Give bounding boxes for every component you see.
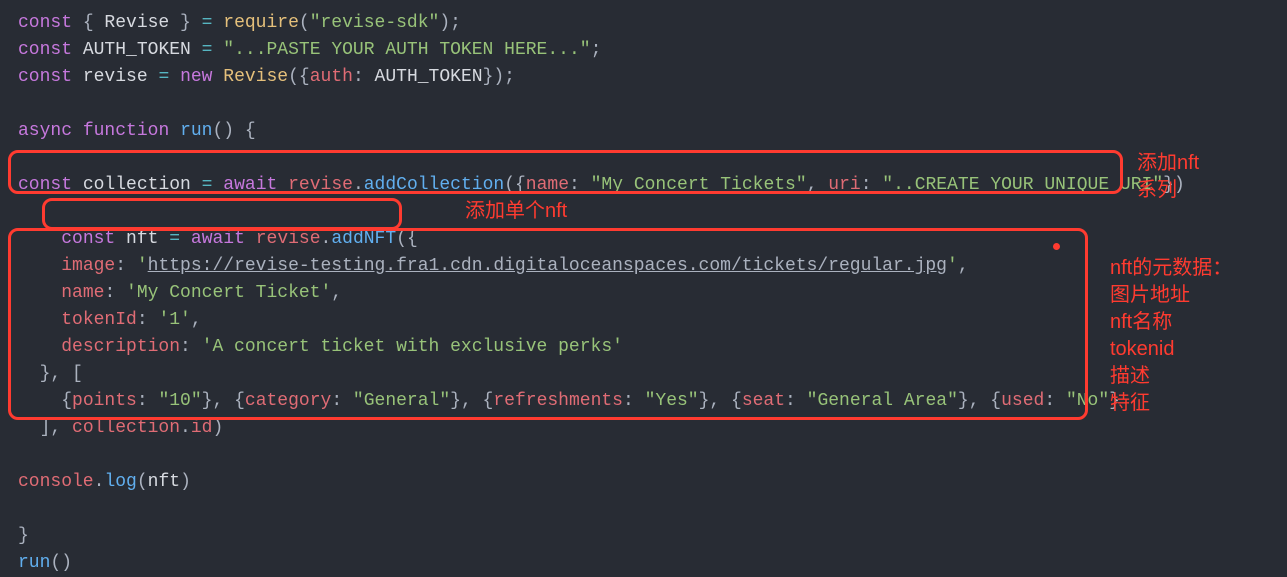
code-line: console.log(nft) — [18, 472, 191, 492]
code-line: name: 'My Concert Ticket', — [18, 283, 342, 303]
code-line: } — [18, 526, 29, 546]
code-line: const collection = await revise.addColle… — [18, 175, 1185, 195]
code-line: const revise = new Revise({auth: AUTH_TO… — [18, 67, 515, 87]
code-line: run() — [18, 553, 72, 573]
code-line: image: 'https://revise-testing.fra1.cdn.… — [18, 256, 969, 276]
code-line: const AUTH_TOKEN = "...PASTE YOUR AUTH T… — [18, 40, 601, 60]
code-line: {points: "10"}, {category: "General"}, {… — [18, 391, 1120, 411]
code-line: const { Revise } = require("revise-sdk")… — [18, 13, 461, 33]
code-line: }, [ — [18, 364, 83, 384]
code-line: async function run() { — [18, 121, 256, 141]
code-line: tokenId: '1', — [18, 310, 202, 330]
code-block: const { Revise } = require("revise-sdk")… — [0, 10, 1287, 577]
code-line: const nft = await revise.addNFT({ — [18, 229, 418, 249]
code-line: description: 'A concert ticket with excl… — [18, 337, 623, 357]
code-line: ], collection.id) — [18, 418, 223, 438]
